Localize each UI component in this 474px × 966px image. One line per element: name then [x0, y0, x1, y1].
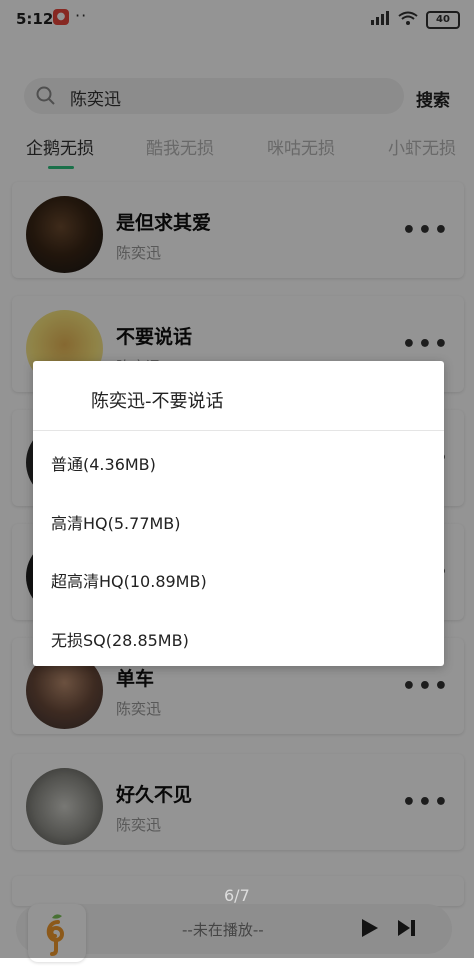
quality-option-standard[interactable]: 普通(4.36MB): [51, 451, 156, 475]
quality-dialog: 陈奕迅-不要说话 普通(4.36MB) 高清HQ(5.77MB) 超高清HQ(1…: [33, 361, 444, 666]
page-indicator: 6/7: [224, 886, 250, 905]
quality-option-super-hq[interactable]: 超高清HQ(10.89MB): [51, 568, 207, 592]
quality-option-lossless-sq[interactable]: 无损SQ(28.85MB): [51, 627, 189, 651]
quality-option-hq[interactable]: 高清HQ(5.77MB): [51, 510, 181, 534]
dialog-title: 陈奕迅-不要说话: [91, 391, 224, 412]
dialog-divider: [33, 430, 444, 431]
